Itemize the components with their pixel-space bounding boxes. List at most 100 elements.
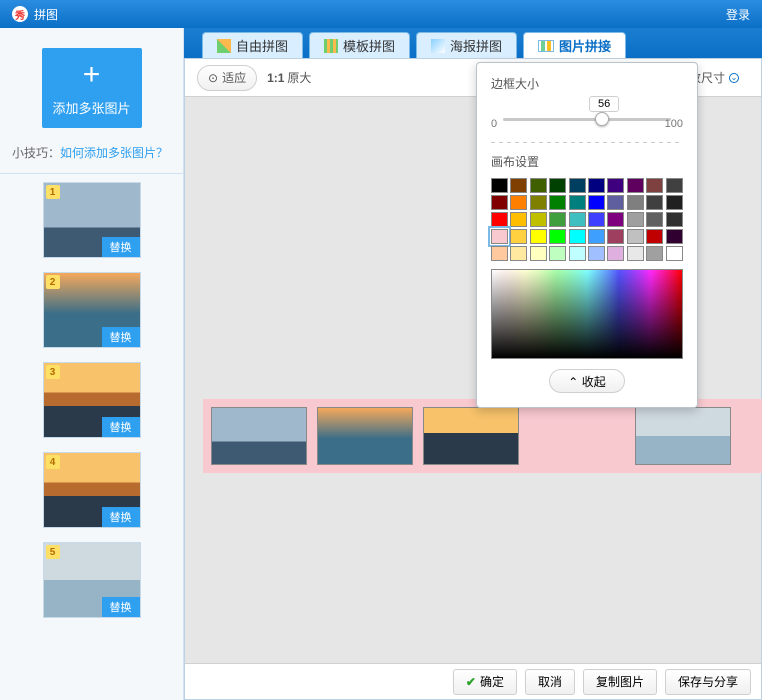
color-swatch[interactable] [588, 246, 605, 261]
check-icon: ✔ [466, 675, 476, 689]
canvas-settings-heading: 画布设置 [491, 153, 683, 170]
strip-image[interactable] [317, 407, 413, 465]
replace-button[interactable]: 替换 [102, 597, 140, 617]
list-item[interactable]: 5替换 [43, 542, 141, 618]
copy-image-button[interactable]: 复制图片 [583, 669, 657, 695]
color-swatch[interactable] [646, 195, 663, 210]
strip-image[interactable] [635, 407, 731, 465]
color-swatch[interactable] [530, 246, 547, 261]
color-swatch[interactable] [549, 195, 566, 210]
free-icon [217, 39, 231, 53]
collapse-button[interactable]: ⌃ 收起 [549, 369, 624, 393]
list-item[interactable]: 3替换 [43, 362, 141, 438]
color-swatch[interactable] [627, 212, 644, 227]
color-swatch[interactable] [666, 246, 683, 261]
color-swatch[interactable] [530, 195, 547, 210]
fit-icon: ⊙ [208, 71, 218, 85]
color-swatch[interactable] [510, 212, 527, 227]
color-swatch[interactable] [530, 212, 547, 227]
color-swatch[interactable] [491, 212, 508, 227]
chevron-down-icon: ⌄ [729, 73, 739, 83]
color-swatch[interactable] [646, 229, 663, 244]
ok-button[interactable]: ✔确定 [453, 669, 517, 695]
border-size-heading: 边框大小 [491, 75, 683, 92]
color-swatch[interactable] [627, 195, 644, 210]
sidebar: + 添加多张图片 小技巧：如何添加多张图片？ 1替换 2替换 3替换 4替换 5… [0, 28, 184, 700]
color-swatch[interactable] [510, 246, 527, 261]
color-gradient-picker[interactable] [491, 269, 683, 359]
poster-icon [431, 39, 445, 53]
color-swatch[interactable] [569, 246, 586, 261]
color-swatch[interactable] [607, 229, 624, 244]
list-item[interactable]: 4替换 [43, 452, 141, 528]
cancel-button[interactable]: 取消 [525, 669, 575, 695]
color-swatch[interactable] [666, 195, 683, 210]
color-swatch[interactable] [491, 195, 508, 210]
color-swatch[interactable] [646, 246, 663, 261]
add-images-button[interactable]: + 添加多张图片 [42, 48, 142, 128]
stitch-icon [538, 40, 554, 52]
color-swatch[interactable] [491, 246, 508, 261]
color-swatch[interactable] [607, 195, 624, 210]
color-swatch[interactable] [607, 178, 624, 193]
color-swatch[interactable] [588, 178, 605, 193]
color-swatch[interactable] [510, 178, 527, 193]
color-swatch[interactable] [549, 229, 566, 244]
color-swatch[interactable] [549, 212, 566, 227]
color-swatch[interactable] [607, 212, 624, 227]
color-swatch[interactable] [491, 229, 508, 244]
color-swatch[interactable] [530, 178, 547, 193]
color-swatch[interactable] [646, 178, 663, 193]
color-swatch[interactable] [666, 229, 683, 244]
chevron-up-icon: ⌃ [568, 375, 578, 389]
color-swatch[interactable] [588, 195, 605, 210]
app-logo-icon: 秀 [12, 6, 28, 22]
color-swatch[interactable] [491, 178, 508, 193]
list-item[interactable]: 1替换 [43, 182, 141, 258]
slider-handle[interactable] [595, 112, 609, 126]
tab-template[interactable]: 模板拼图 [309, 32, 410, 58]
image-strip[interactable] [203, 399, 762, 473]
login-link[interactable]: 登录 [726, 6, 750, 23]
color-swatch[interactable] [549, 178, 566, 193]
tab-bar: 自由拼图 模板拼图 海报拼图 图片拼接 [184, 28, 762, 58]
color-swatch[interactable] [549, 246, 566, 261]
color-swatch[interactable] [569, 195, 586, 210]
plus-icon: + [83, 60, 101, 90]
add-images-label: 添加多张图片 [52, 98, 130, 117]
color-swatch[interactable] [530, 229, 547, 244]
save-share-button[interactable]: 保存与分享 [665, 669, 751, 695]
color-swatch[interactable] [510, 195, 527, 210]
color-swatch[interactable] [607, 246, 624, 261]
strip-image[interactable] [211, 407, 307, 465]
original-size-button[interactable]: 1:1原大 [267, 69, 311, 86]
tip-link[interactable]: 如何添加多张图片？ [60, 146, 168, 160]
color-swatch[interactable] [627, 246, 644, 261]
tab-stitch[interactable]: 图片拼接 [523, 32, 626, 58]
border-size-slider[interactable]: 56 0 100 [491, 100, 683, 130]
strip-image[interactable] [423, 407, 519, 465]
bottom-bar: ✔确定 取消 复制图片 保存与分享 [185, 663, 761, 699]
color-swatch[interactable] [569, 178, 586, 193]
color-swatch[interactable] [666, 178, 683, 193]
color-swatch[interactable] [588, 229, 605, 244]
replace-button[interactable]: 替换 [102, 327, 140, 347]
color-swatch[interactable] [569, 212, 586, 227]
color-swatch[interactable] [588, 212, 605, 227]
replace-button[interactable]: 替换 [102, 507, 140, 527]
color-swatch[interactable] [627, 178, 644, 193]
border-popup: 边框大小 56 0 100 画布设置 ⌃ 收起 [476, 62, 698, 408]
replace-button[interactable]: 替换 [102, 417, 140, 437]
color-swatch[interactable] [510, 229, 527, 244]
color-swatch[interactable] [666, 212, 683, 227]
tab-poster[interactable]: 海报拼图 [416, 32, 517, 58]
color-swatch[interactable] [569, 229, 586, 244]
tab-free[interactable]: 自由拼图 [202, 32, 303, 58]
color-swatch[interactable] [627, 229, 644, 244]
list-item[interactable]: 2替换 [43, 272, 141, 348]
fit-button[interactable]: ⊙适应 [197, 65, 257, 91]
color-swatch[interactable] [646, 212, 663, 227]
tip-text: 小技巧：如何添加多张图片？ [0, 138, 183, 174]
titlebar: 秀 拼图 登录 [0, 0, 762, 28]
replace-button[interactable]: 替换 [102, 237, 140, 257]
